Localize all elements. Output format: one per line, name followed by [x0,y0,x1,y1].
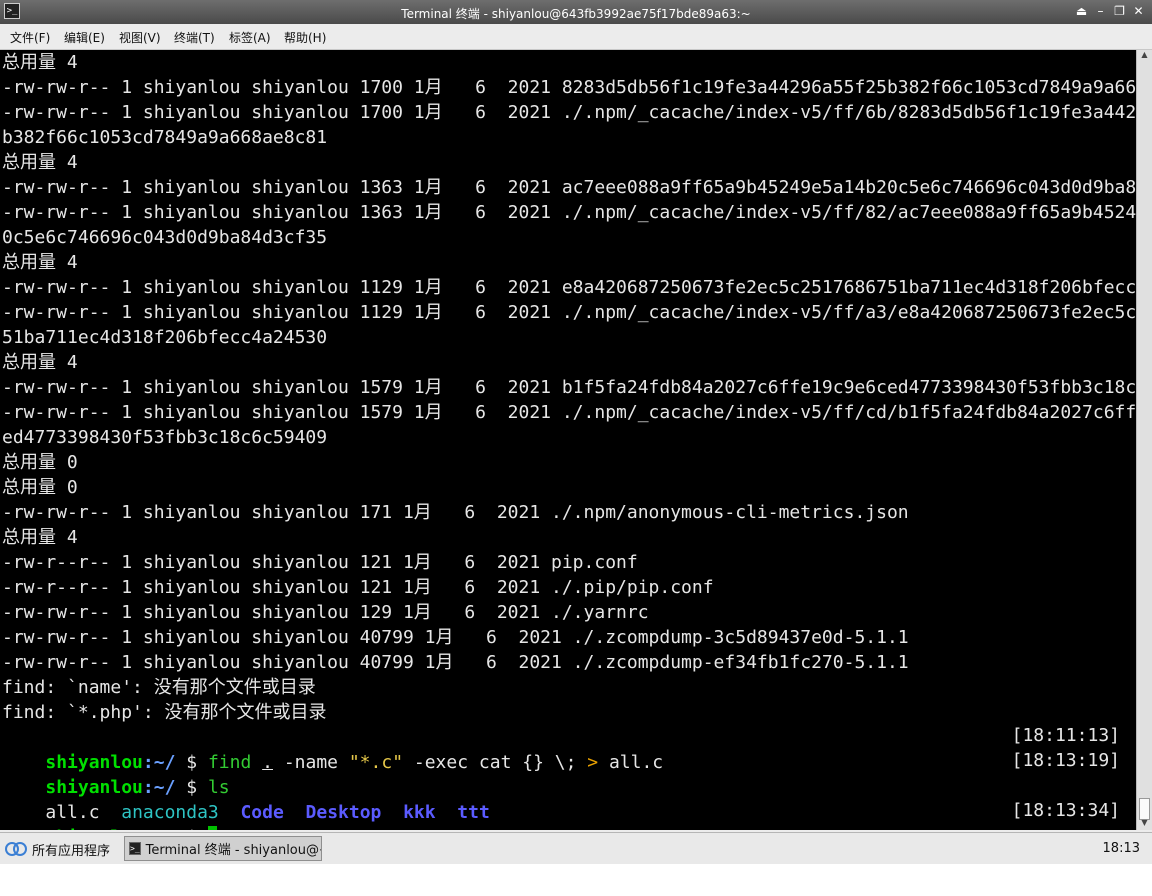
applications-menu-label: 所有应用程序 [32,843,111,859]
scrollbar-thumb[interactable] [1139,798,1150,820]
command-find-pattern: "*.c" [348,752,404,773]
terminal-output-line: 总用量 4 [2,252,78,273]
terminal-output-line: -rw-rw-r-- 1 shiyanlou shiyanlou 1363 1月… [2,202,1136,223]
prompt-path: :~/ [143,827,176,830]
window-title: Terminal 终端 - shiyanlou@643fb3992ae75f17… [401,7,751,21]
applications-menu-button[interactable]: 所有应用程序 [4,839,110,859]
terminal-output-line: b382f66c1053cd7849a9a668ae8c81 [2,127,328,148]
terminal-output-line: 总用量 0 [2,477,78,498]
command-target: all.c [598,752,664,773]
window-titlebar[interactable]: >_ Terminal 终端 - shiyanlou@643fb3992ae75… [0,0,1152,24]
terminal-output-line: -rw-rw-r-- 1 shiyanlou shiyanlou 1700 1月… [2,102,1136,123]
ls-dir-code: Code [240,802,284,823]
shade-button[interactable]: ⏏ [1074,3,1089,19]
terminal-output-line: -rw-rw-r-- 1 shiyanlou shiyanlou 129 1月 … [2,602,649,623]
terminal-output-line: -rw-rw-r-- 1 shiyanlou shiyanlou 1129 1月… [2,277,1136,298]
menu-terminal[interactable]: 终端(T) [174,29,215,46]
menu-bar: 文件(F) 编辑(E) 视图(V) 终端(T) 标签(A) 帮助(H) [0,24,1152,50]
command-redirect: > [587,752,599,773]
terminal-output-line: 0c5e6c746696c043d0d9ba84d3cf35 [2,227,328,248]
terminal-output-line: ed4773398430f53fbb3c18c6c59409 [2,427,328,448]
command-find-exec: -exec cat {} \; [403,752,588,773]
ls-dir-kkk: kkk [403,802,436,823]
close-button[interactable]: ✕ [1131,3,1146,19]
applications-icon [4,841,27,857]
terminal-output-line: 51ba711ec4d318f206bfecc4a24530 [2,327,328,348]
minimize-button[interactable]: – [1093,3,1108,19]
timestamp-2: [18:13:19] [1011,750,1120,771]
screen-bottom-strip [0,864,1152,896]
taskbar-clock: 18:13 [1102,841,1140,856]
terminal-output-line: -rw-rw-r-- 1 shiyanlou shiyanlou 1579 1月… [2,377,1136,398]
terminal-output-line: 总用量 4 [2,52,78,73]
command-find-dot: . [262,752,273,773]
menu-help[interactable]: 帮助(H) [284,29,326,46]
menu-view[interactable]: 视图(V) [119,29,161,46]
terminal-output-line: -rw-rw-r-- 1 shiyanlou shiyanlou 1363 1月… [2,177,1136,198]
ls-dir-ttt: ttt [457,802,490,823]
terminal-output-line: find: `*.php': 没有那个文件或目录 [2,702,327,723]
menu-edit[interactable]: 编辑(E) [64,29,105,46]
prompt-line-current: shiyanlou:~/ $ [2,800,217,830]
terminal-output-line: 总用量 4 [2,527,78,548]
timestamp-1: [18:11:13] [1011,725,1120,746]
taskbar-task-label: Terminal 终端 - shiyanlou@⋯ [145,843,322,858]
taskbar: 所有应用程序 >_ Terminal 终端 - shiyanlou@⋯ 18:1… [0,832,1152,865]
taskbar-terminal-task[interactable]: >_ Terminal 终端 - shiyanlou@⋯ [124,836,322,861]
maximize-button[interactable]: ❐ [1112,3,1127,19]
prompt-symbol: $ [175,827,208,830]
window-controls: ⏏ – ❐ ✕ [1074,3,1146,19]
terminal-scrollbar[interactable]: ▲ ▼ [1136,50,1152,830]
ls-output-line: all.c anaconda3 Code Desktop kkk ttt [2,775,489,823]
command-find-name-flag: -name [272,752,349,773]
terminal-output-line: -rw-rw-r-- 1 shiyanlou shiyanlou 1129 1月… [2,302,1136,323]
terminal-output-line: -rw-r--r-- 1 shiyanlou shiyanlou 121 1月 … [2,577,714,598]
terminal-area[interactable]: 总用量 4 -rw-rw-r-- 1 shiyanlou shiyanlou 17… [0,50,1136,830]
terminal-output-line: -rw-r--r-- 1 shiyanlou shiyanlou 121 1月 … [2,552,638,573]
terminal-output-line: 总用量 4 [2,152,78,173]
menu-file[interactable]: 文件(F) [10,29,50,46]
terminal-output-line: 总用量 4 [2,352,78,373]
terminal-task-icon: >_ [129,842,141,855]
ls-dir-desktop: Desktop [305,802,382,823]
terminal-cursor [207,826,217,830]
scroll-down-icon[interactable]: ▼ [1137,818,1152,830]
scroll-up-icon[interactable]: ▲ [1137,50,1152,62]
terminal-output-line: -rw-rw-r-- 1 shiyanlou shiyanlou 1700 1月… [2,77,1136,98]
terminal-output-line: -rw-rw-r-- 1 shiyanlou shiyanlou 40799 1… [2,627,909,648]
prompt-line-find: shiyanlou:~/ $ find . -name "*.c" -exec … [2,725,663,773]
timestamp-3: [18:13:34] [1011,800,1120,821]
terminal-output-line: -rw-rw-r-- 1 shiyanlou shiyanlou 1579 1月… [2,402,1136,423]
prompt-user: shiyanlou [45,827,143,830]
terminal-output-line: -rw-rw-r-- 1 shiyanlou shiyanlou 40799 1… [2,652,909,673]
menu-tabs[interactable]: 标签(A) [229,29,271,46]
terminal-output-line: -rw-rw-r-- 1 shiyanlou shiyanlou 171 1月 … [2,502,909,523]
prompt-line-ls: shiyanlou:~/ $ ls [2,750,229,798]
terminal-output-line: find: `name': 没有那个文件或目录 [2,677,316,698]
terminal-output-line: 总用量 0 [2,452,78,473]
